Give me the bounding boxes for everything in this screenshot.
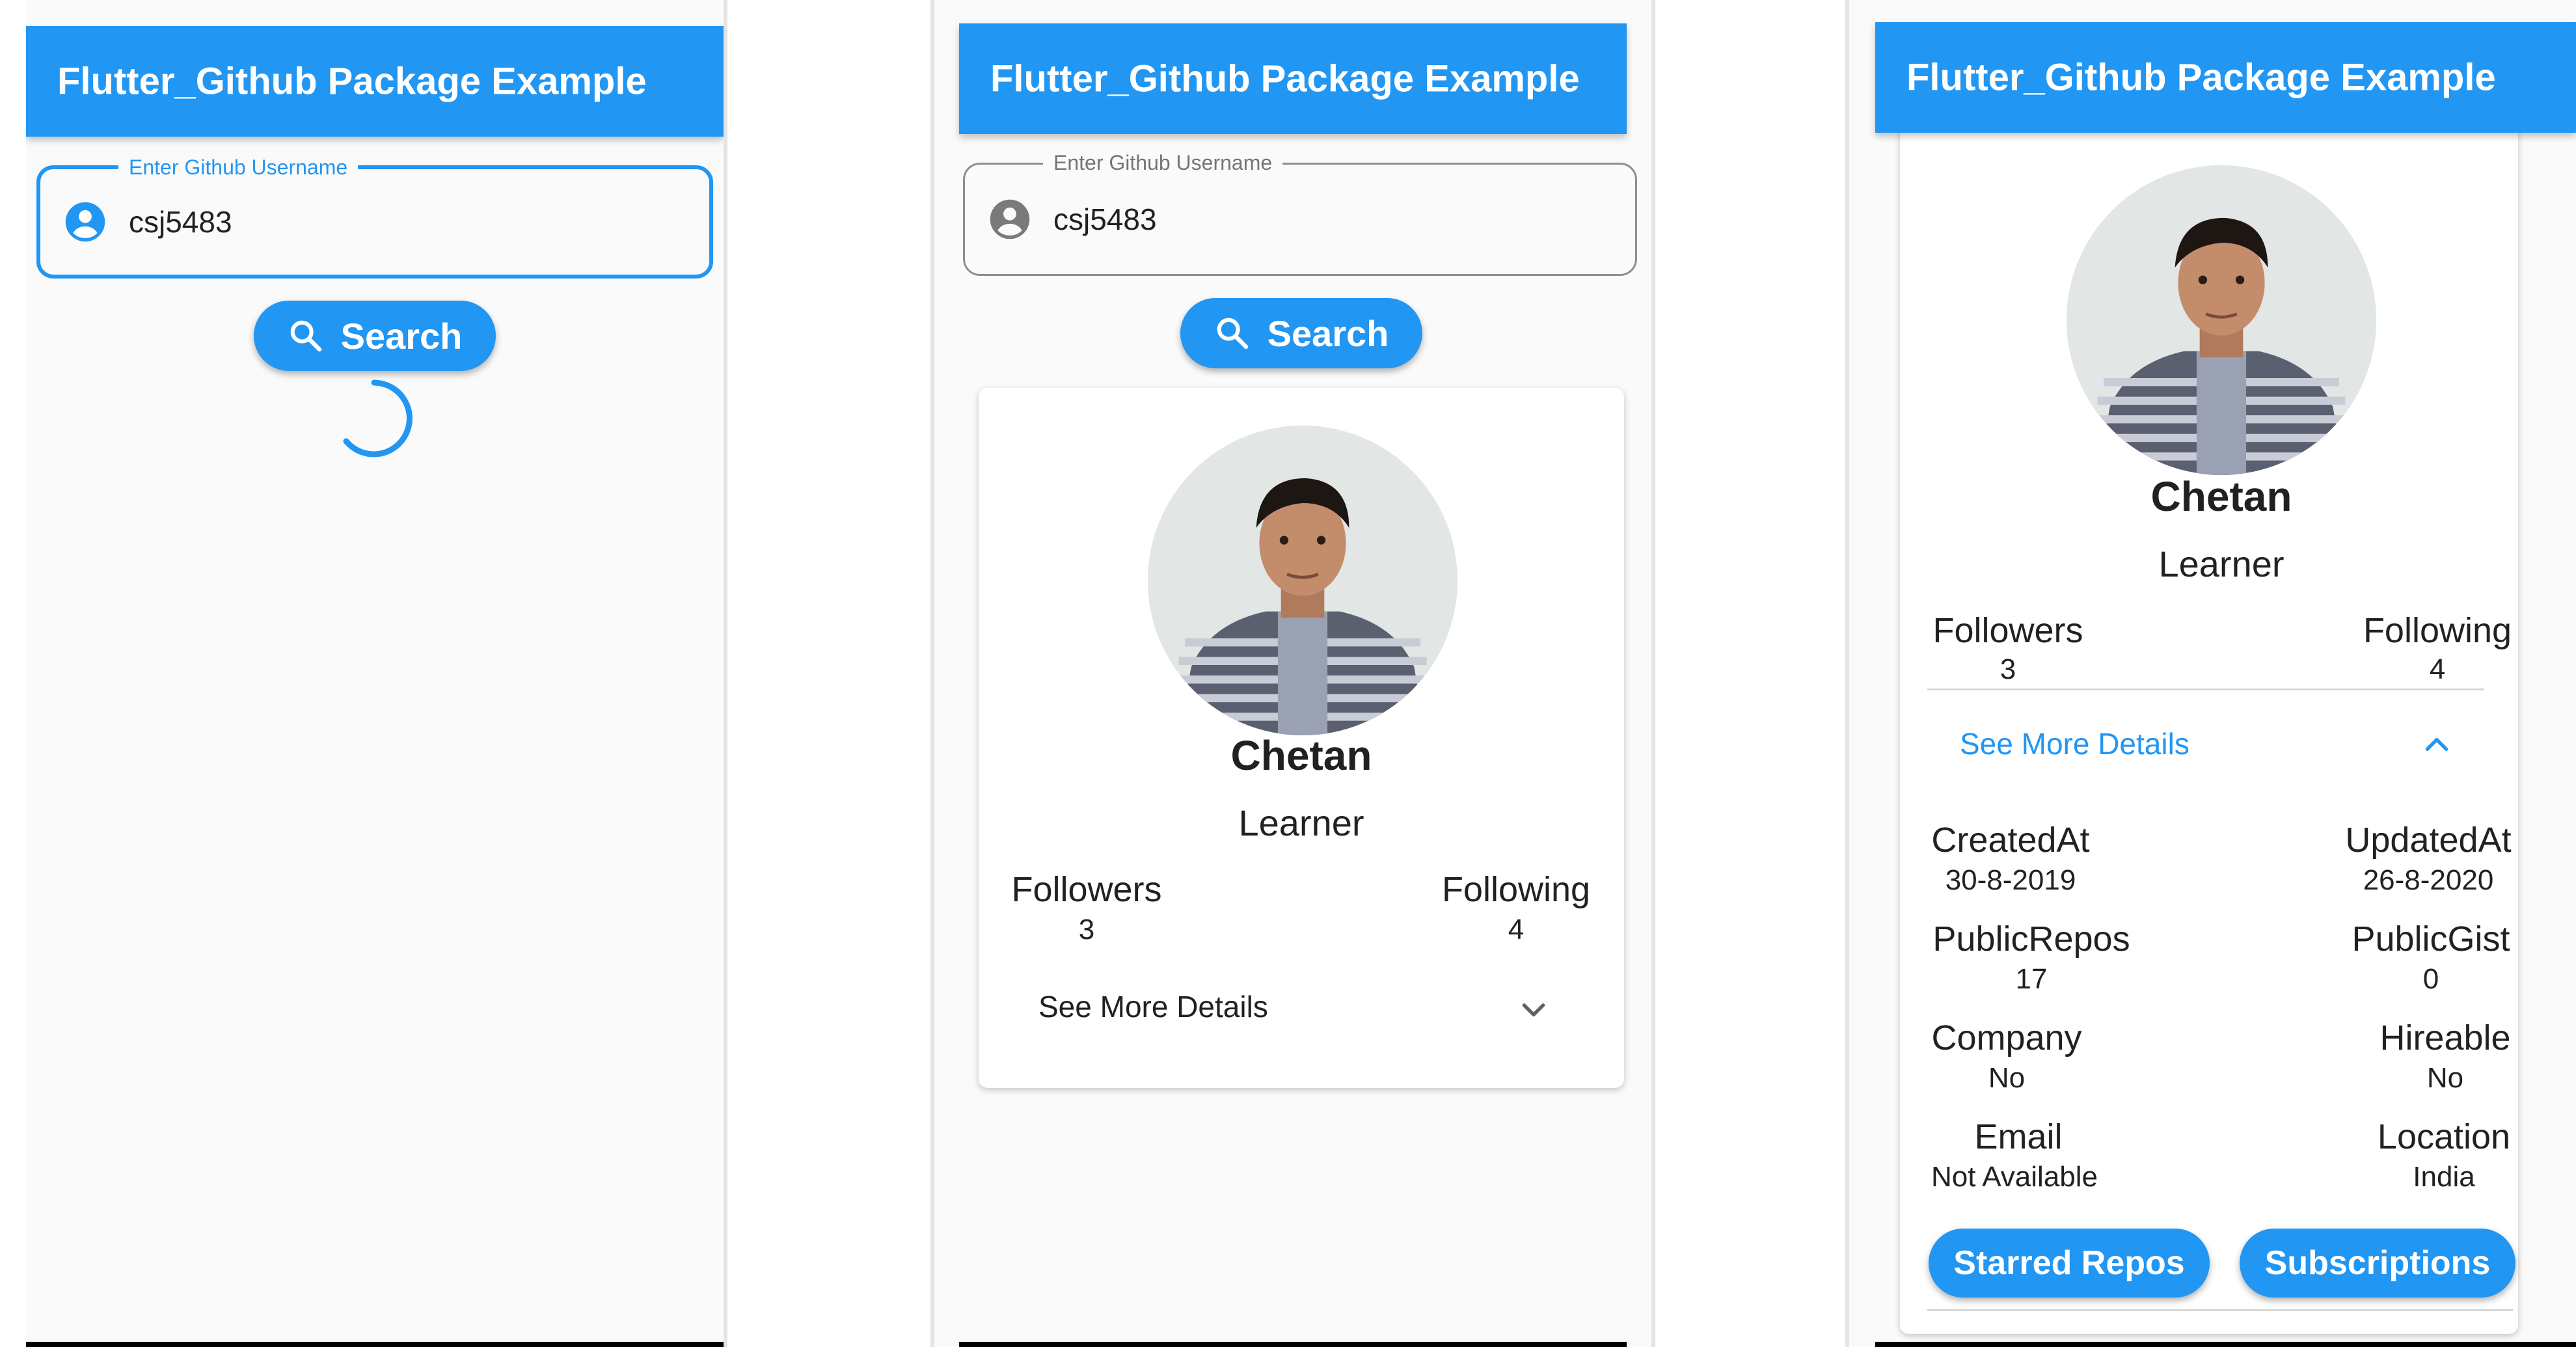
location-value: India: [2413, 1161, 2475, 1193]
hireable-label: Hireable: [2379, 1018, 2511, 1057]
followers-label: Followers: [1011, 870, 1162, 909]
profile-name: Chetan: [1230, 732, 1372, 779]
starred-repos-button[interactable]: Starred Repos: [1929, 1229, 2210, 1298]
see-more-tile[interactable]: See More Details: [979, 973, 1624, 1045]
divider: [1927, 688, 2484, 690]
public-gist-label: PublicGist: [2352, 919, 2510, 959]
profile-card: Chetan Learner Followers 3 Following 4 S…: [979, 388, 1624, 1088]
search-button-label: Search: [340, 315, 463, 357]
profile-name: Chetan: [2150, 473, 2292, 520]
created-value: 30-8-2019: [1945, 864, 2076, 896]
panel-border: [724, 0, 727, 1347]
username-input[interactable]: csj5483: [129, 204, 232, 239]
following-count: 4: [2429, 653, 2446, 685]
location-label: Location: [2377, 1117, 2511, 1156]
loading-spinner-icon: [343, 379, 413, 457]
email-label: Email: [1974, 1117, 2063, 1156]
chevron-down-icon: [1522, 1003, 1545, 1017]
public-repos-label: PublicRepos: [1932, 919, 2130, 959]
app-bar: Flutter_Github Package Example: [26, 26, 724, 137]
profile-bio: Learner: [1238, 802, 1364, 843]
company-label: Company: [1931, 1018, 2082, 1057]
username-field-label: Enter Github Username: [1043, 150, 1283, 175]
nav-bar: [1875, 1342, 2576, 1347]
avatar: [2067, 165, 2376, 475]
subscriptions-button[interactable]: Subscriptions: [2240, 1229, 2515, 1298]
nav-bar: [26, 1342, 724, 1347]
screen-profile: Flutter_Github Package Example Enter Git…: [934, 0, 1651, 1347]
screen-details: Chetan Learner Followers 3 Following 4 S…: [1849, 0, 2576, 1347]
public-repos-value: 17: [2015, 963, 2048, 995]
app-title: Flutter_Github Package Example: [1906, 56, 2496, 99]
see-more-label: See More Details: [1960, 727, 2190, 761]
username-input[interactable]: csj5483: [1053, 202, 1157, 237]
company-value: No: [1988, 1062, 2026, 1094]
app-title: Flutter_Github Package Example: [990, 57, 1580, 100]
see-more-label: See More Details: [1038, 990, 1268, 1024]
hireable-value: No: [2426, 1062, 2464, 1094]
nav-bar: [959, 1342, 1627, 1347]
panel-border: [1651, 0, 1655, 1347]
followers-count: 3: [2000, 653, 2016, 685]
search-button[interactable]: Search: [254, 301, 496, 371]
starred-repos-label: Starred Repos: [1953, 1244, 2185, 1282]
following-count: 4: [1508, 914, 1525, 946]
following-label: Following: [2363, 611, 2512, 650]
account-circle-icon: [65, 202, 105, 242]
username-field-label: Enter Github Username: [118, 155, 359, 180]
username-field[interactable]: Enter Github Username csj5483: [36, 155, 713, 279]
search-icon: [1217, 318, 1248, 349]
username-field[interactable]: Enter Github Username csj5483: [963, 150, 1637, 276]
subscriptions-label: Subscriptions: [2264, 1244, 2491, 1282]
profile-bio: Learner: [2158, 543, 2285, 584]
profile-card: Chetan Learner Followers 3 Following 4 S…: [1900, 65, 2518, 1334]
app-title: Flutter_Github Package Example: [57, 60, 647, 103]
created-label: CreatedAt: [1931, 821, 2090, 860]
app-bar: Flutter_Github Package Example: [1875, 22, 2576, 133]
followers-label: Followers: [1932, 611, 2083, 650]
screen-loading: Flutter_Github Package Example Enter Git…: [26, 0, 724, 1347]
public-gist-value: 0: [2422, 963, 2439, 995]
chevron-up-icon: [2425, 737, 2448, 751]
see-more-tile[interactable]: See More Details: [1900, 703, 2518, 781]
updated-label: UpdatedAt: [2345, 821, 2512, 860]
followers-count: 3: [1078, 914, 1095, 946]
search-button-label: Search: [1267, 312, 1389, 354]
search-button[interactable]: Search: [1180, 298, 1422, 368]
avatar: [1148, 426, 1457, 735]
email-value: Not Available: [1931, 1161, 2098, 1193]
updated-value: 26-8-2020: [2363, 864, 2494, 896]
following-label: Following: [1441, 870, 1591, 909]
search-icon: [290, 320, 321, 352]
app-bar: Flutter_Github Package Example: [959, 23, 1627, 134]
account-circle-icon: [990, 199, 1030, 239]
divider: [1927, 1309, 2513, 1311]
